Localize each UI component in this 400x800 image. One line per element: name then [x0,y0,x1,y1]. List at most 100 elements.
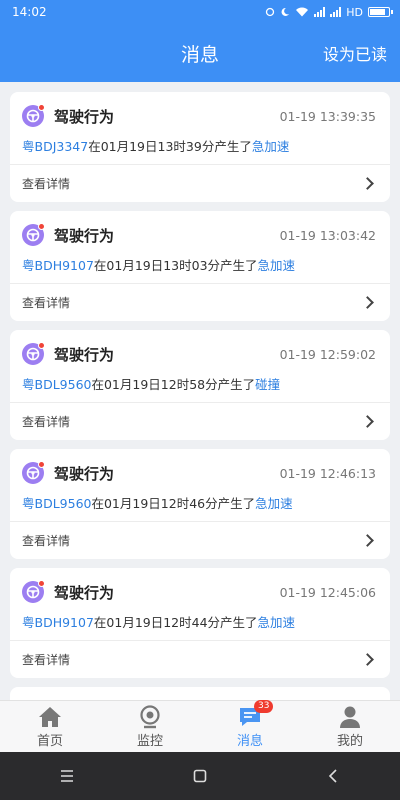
message-list[interactable]: 驾驶行为 01-19 13:39:35 粤BDJ3347在01月19日13时39… [0,82,400,700]
message-card[interactable]: 驾驶行为 01-19 12:46:13 粤BDL9560在01月19日12时46… [10,449,390,559]
moon-icon [281,7,290,16]
view-details-label: 查看详情 [22,296,71,310]
square-icon [193,769,207,783]
message-description: 粤BDH9107在01月19日13时03分产生了急加速 [22,255,295,274]
message-card[interactable]: 驾驶行为 01-19 13:03:42 粤BDH9107在01月19日13时03… [10,211,390,321]
plate-number[interactable]: 粤BDL9560 [22,377,91,392]
message-time: 01-19 13:03:42 [279,227,376,243]
chevron-right-icon [361,653,374,666]
message-title: 驾驶行为 [54,345,115,364]
event-type[interactable]: 急加速 [255,496,293,511]
view-details-label: 查看详情 [22,177,71,191]
alarm-icon [266,7,275,17]
message-time: 01-19 12:59:02 [279,346,376,362]
menu-icon [60,770,73,782]
message-text: 在01月19日12时58分产生了 [91,377,256,392]
view-details-label: 查看详情 [22,534,71,548]
plate-number[interactable]: 粤BDH9107 [22,615,94,630]
view-details-button[interactable]: 查看详情 [22,284,376,321]
tab-label: 监控 [136,734,163,749]
tab-profile[interactable]: 我的 [300,701,400,752]
home-nav-button[interactable] [180,761,220,791]
message-icon: 33 [238,700,274,730]
message-card[interactable]: 驾驶行为 01-19 13:39:35 粤BDJ3347在01月19日13时39… [10,92,390,202]
plate-number[interactable]: 粤BDL9560 [22,496,91,511]
chevron-right-icon [361,296,374,309]
back-nav-button[interactable] [313,761,353,791]
steering-wheel-icon [26,228,40,242]
status-time: 14:02 [12,5,47,19]
status-bar: 14:02 HD [0,0,400,24]
message-description: 粤BDL9560在01月19日12时46分产生了急加速 [22,493,293,512]
plate-number[interactable]: 粤BDH9107 [22,258,94,273]
tab-label: 消息 [236,734,263,749]
steering-wheel-icon [26,585,40,599]
mark-read-button[interactable]: 设为已读 [323,41,387,65]
system-nav-bar [0,752,400,800]
unread-dot [38,461,45,468]
home-icon [38,704,62,730]
message-card-partial[interactable] [10,687,390,700]
tab-label: 我的 [336,734,363,749]
message-time: 01-19 12:46:13 [279,465,376,481]
status-icons: HD [265,5,393,19]
plate-number[interactable]: 粤BDJ3347 [22,139,88,154]
message-text: 在01月19日13时03分产生了 [93,258,258,273]
steering-wheel-icon [26,109,40,123]
driving-behavior-icon [22,223,45,246]
tab-home[interactable]: 首页 [0,701,100,752]
view-details-button[interactable]: 查看详情 [22,522,376,559]
tab-messages[interactable]: 33 消息 [200,700,300,752]
chevron-right-icon [361,177,374,190]
menu-nav-button[interactable] [47,761,87,791]
chevron-right-icon [361,415,374,428]
unread-dot [38,104,45,111]
signal-icon-2 [330,7,342,17]
unread-count-badge: 33 [254,700,274,713]
driving-behavior-icon [22,342,45,365]
network-type: HD [346,5,363,19]
view-details-label: 查看详情 [22,415,71,429]
message-card[interactable]: 驾驶行为 01-19 12:59:02 粤BDL9560在01月19日12时58… [10,330,390,440]
message-description: 粤BDJ3347在01月19日13时39分产生了急加速 [22,136,289,155]
event-type[interactable]: 碰撞 [255,377,280,392]
message-card[interactable]: 驾驶行为 01-19 12:45:06 粤BDH9107在01月19日12时44… [10,568,390,678]
message-time: 01-19 12:45:06 [279,584,376,600]
driving-behavior-icon [22,461,45,484]
tab-monitor[interactable]: 监控 [100,701,200,752]
steering-wheel-icon [26,347,40,361]
driving-behavior-icon [22,104,45,127]
view-details-label: 查看详情 [22,653,71,667]
event-type[interactable]: 急加速 [258,615,296,630]
message-text: 在01月19日13时39分产生了 [88,139,252,154]
bottom-tab-bar: 首页 监控 33 消息 我的 [0,700,400,752]
view-details-button[interactable]: 查看详情 [22,403,376,440]
message-title: 驾驶行为 [54,464,115,483]
message-text: 在01月19日12时44分产生了 [93,615,258,630]
message-description: 粤BDH9107在01月19日12时44分产生了急加速 [22,612,295,631]
message-time: 01-19 13:39:35 [279,108,376,124]
message-text: 在01月19日12时46分产生了 [91,496,256,511]
user-icon [339,704,361,730]
message-title: 驾驶行为 [54,107,115,126]
steering-wheel-icon [26,466,40,480]
unread-dot [38,580,45,587]
unread-dot [38,342,45,349]
wifi-icon [296,7,309,17]
message-title: 驾驶行为 [54,583,115,602]
message-description: 粤BDL9560在01月19日12时58分产生了碰撞 [22,374,280,393]
chevron-right-icon [361,534,374,547]
unread-dot [38,223,45,230]
message-title: 驾驶行为 [54,226,115,245]
signal-icon [314,7,326,17]
back-icon [329,769,337,783]
app-header: 消息 设为已读 [0,24,400,82]
camera-icon [139,704,161,730]
event-type[interactable]: 急加速 [252,139,290,154]
view-details-button[interactable]: 查看详情 [22,641,376,678]
page-title: 消息 [180,43,219,66]
event-type[interactable]: 急加速 [258,258,296,273]
tab-label: 首页 [36,734,63,749]
view-details-button[interactable]: 查看详情 [22,165,376,202]
battery-icon [368,7,393,17]
